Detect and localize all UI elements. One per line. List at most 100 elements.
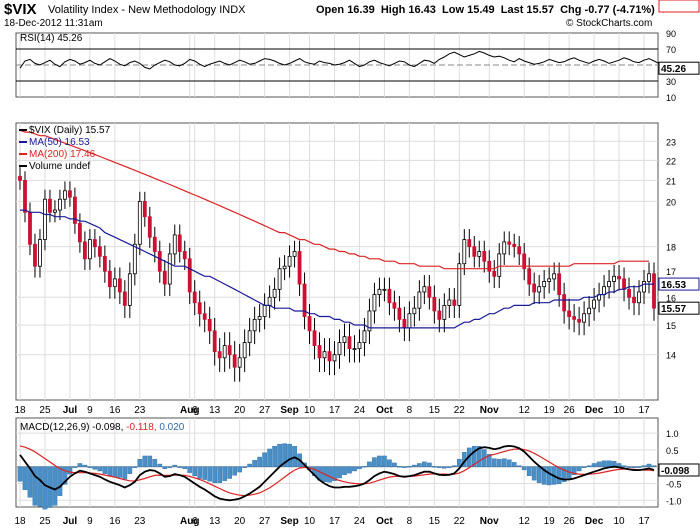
- candle-body: [487, 260, 492, 272]
- chart-svg: 9070503010RSI(14) 45.2645.26141516171820…: [14, 0, 700, 527]
- macd-histogram-bar: [52, 466, 58, 506]
- rsi-last-label: 45.26: [661, 64, 686, 75]
- x-axis-month-label: Sep: [280, 405, 298, 416]
- macd-histogram-bar: [342, 466, 347, 475]
- macd-histogram-bar: [437, 466, 442, 468]
- candle-body: [207, 318, 212, 332]
- candle-body: [472, 246, 477, 257]
- candle-body: [417, 291, 422, 309]
- candle-body: [437, 310, 442, 320]
- candle-body: [307, 316, 312, 332]
- candle-body: [557, 273, 562, 296]
- candle-body: [617, 275, 621, 280]
- candle-body: [497, 253, 502, 277]
- x-axis-day-label: 13: [209, 405, 221, 416]
- price-legend-entry: $VIX (Daily) 15.57: [29, 125, 111, 136]
- macd-histogram-bar: [267, 448, 272, 467]
- macd-histogram-bar: [117, 466, 123, 478]
- macd-histogram-bar: [491, 458, 497, 467]
- macd-legend-hist: 0.020: [159, 422, 184, 433]
- macd-histogram-bar: [272, 446, 277, 467]
- x-axis-day-label: 17: [638, 405, 650, 416]
- candle-body: [372, 294, 377, 312]
- candle-body: [48, 198, 52, 213]
- macd-histogram-bar: [22, 466, 28, 491]
- candle-body: [87, 239, 92, 260]
- candle-body: [587, 307, 592, 315]
- x-axis-month-label: Oct: [376, 516, 393, 527]
- x-axis-day-label: 20: [234, 516, 246, 527]
- candle-body: [102, 255, 107, 272]
- price-tick-label: 17: [666, 267, 676, 277]
- candle-body: [327, 351, 332, 362]
- macd-histogram-bar: [511, 462, 517, 467]
- macd-histogram-bar: [237, 466, 242, 473]
- candle-body: [232, 354, 237, 368]
- candle-body: [112, 278, 117, 288]
- rsi-tick-label: 70: [666, 45, 676, 55]
- x-axis-day-label: 20: [234, 405, 246, 416]
- candle-body: [28, 211, 32, 245]
- price-tick-label: 23: [666, 137, 676, 147]
- candle-body: [627, 288, 631, 298]
- macd-histogram-bar: [531, 466, 537, 481]
- candle-body: [412, 307, 417, 315]
- x-axis-day-label: 10: [613, 405, 625, 416]
- x-axis-month-label: Jul: [63, 516, 78, 527]
- x-axis-month-label: Dec: [585, 516, 604, 527]
- macd-histogram-bar: [392, 462, 397, 467]
- x-axis-day-label: 26: [564, 405, 576, 416]
- macd-tick-label: -0.5: [666, 479, 682, 489]
- rsi-tick-label: 30: [666, 77, 676, 87]
- x-axis-month-label: Jul: [63, 405, 78, 416]
- candle-body: [227, 345, 232, 356]
- macd-histogram-bar: [277, 443, 282, 467]
- candle-body: [512, 243, 517, 248]
- x-axis-day-label: 12: [519, 516, 531, 527]
- x-axis-day-label: 26: [564, 516, 576, 527]
- candle-body: [127, 273, 132, 306]
- candle-body: [312, 330, 317, 346]
- macd-histogram-bar: [102, 466, 108, 474]
- macd-histogram-bar: [202, 466, 208, 480]
- candle-body: [192, 291, 197, 304]
- x-axis-day-label: 15: [429, 405, 441, 416]
- macd-histogram-bar: [217, 466, 223, 484]
- x-axis-day-label: 23: [134, 516, 146, 527]
- candle-body: [352, 348, 357, 351]
- macd-histogram-bar: [97, 466, 103, 472]
- candle-body: [147, 216, 152, 238]
- candle-body: [577, 318, 582, 323]
- macd-histogram-bar: [87, 466, 93, 468]
- macd-histogram-bar: [451, 465, 457, 467]
- candle-body: [492, 270, 497, 277]
- macd-histogram-bar: [621, 465, 627, 467]
- macd-histogram-bar: [382, 455, 387, 467]
- x-axis-day-label: 19: [544, 405, 556, 416]
- x-axis-day-label: 17: [638, 516, 650, 527]
- macd-histogram-bar: [347, 466, 352, 474]
- macd-histogram-bar: [427, 462, 432, 467]
- x-axis-day-label: 27: [259, 516, 271, 527]
- candle-body: [432, 296, 437, 312]
- macd-histogram-bar: [432, 465, 437, 468]
- macd-histogram-bar: [422, 461, 427, 467]
- candle-body: [622, 278, 626, 290]
- x-axis-day-label: 17: [329, 516, 341, 527]
- x-axis-day-label: 24: [354, 516, 366, 527]
- candle-body: [187, 258, 192, 293]
- macd-histogram-bar: [212, 466, 218, 484]
- ma50-right-label: 16.53: [661, 280, 686, 291]
- price-tick-label: 14: [666, 351, 676, 361]
- macd-legend-value: -0.098,: [92, 422, 126, 433]
- candle-body: [212, 330, 217, 353]
- macd-histogram-bar: [222, 466, 228, 481]
- candle-body: [607, 281, 611, 288]
- candle-body: [642, 281, 646, 293]
- x-axis-month-label: Nov: [480, 405, 499, 416]
- candle-body: [507, 241, 512, 245]
- macd-histogram-bar: [536, 466, 542, 484]
- candle-body: [58, 198, 62, 211]
- x-axis-day-label: 18: [14, 516, 26, 527]
- candle-body: [257, 316, 262, 320]
